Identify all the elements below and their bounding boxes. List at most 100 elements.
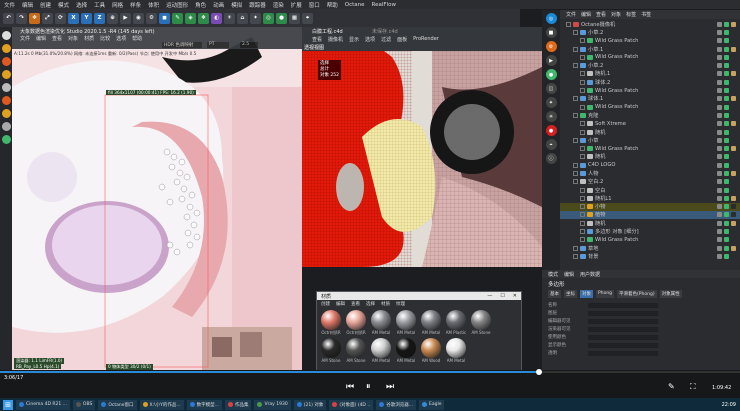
material-swatch[interactable]: AM Metal (370, 310, 392, 336)
object-row[interactable]: 随机 (560, 219, 740, 227)
attr-tab-2[interactable]: 对象 (580, 290, 593, 298)
tag-icon[interactable] (731, 104, 736, 110)
taskbar-app[interactable]: Eagle (419, 399, 445, 410)
tag-icon[interactable] (717, 46, 722, 52)
attr-field[interactable] (588, 318, 658, 324)
menu-item-19[interactable]: RealFlow (372, 2, 396, 8)
octane-live-icon[interactable]: ▶ (545, 55, 557, 66)
tag-icon[interactable] (717, 220, 722, 226)
tag-icon[interactable] (717, 112, 722, 118)
tag-icon[interactable] (731, 29, 736, 35)
tag-icon[interactable] (731, 179, 736, 185)
octane-camera-icon[interactable]: ◫ (545, 83, 557, 94)
menu-item-11[interactable]: 动画 (213, 1, 224, 9)
tag-icon[interactable] (731, 229, 736, 235)
tag-icon[interactable] (717, 71, 722, 77)
object-row[interactable]: 空白 (560, 186, 740, 194)
camera-icon[interactable]: ⌂ (237, 12, 248, 24)
expand-toggle-icon[interactable] (580, 237, 585, 243)
tag-icon[interactable] (731, 204, 736, 210)
tag-icon[interactable] (724, 21, 729, 27)
subdivision-icon[interactable]: ◈ (185, 12, 196, 24)
tag-icon[interactable] (724, 54, 729, 60)
render-menu-item-3[interactable]: 对象 (68, 35, 78, 42)
tag-icon[interactable] (717, 187, 722, 193)
octane-info-icon[interactable]: ⓘ (545, 153, 557, 164)
tag-icon[interactable] (731, 170, 736, 176)
expand-toggle-icon[interactable] (573, 137, 578, 143)
menu-item-6[interactable]: 网格 (112, 1, 123, 9)
snap-icon[interactable]: ⌖ (302, 12, 313, 24)
tab-scene-2[interactable]: 未保存.c4d (372, 28, 398, 35)
previous-icon[interactable]: ⏮ (346, 382, 354, 392)
expand-toggle-icon[interactable] (580, 38, 585, 44)
viewport-menu-item-6[interactable]: ProRender (413, 36, 439, 43)
taskbar-app[interactable]: OBS (72, 399, 96, 410)
tag-icon[interactable] (717, 63, 722, 69)
tag-icon[interactable] (731, 121, 736, 127)
mat-menu-item-5[interactable]: 纹理 (396, 301, 405, 307)
expand-toggle-icon[interactable] (573, 96, 578, 102)
tag-icon[interactable] (731, 46, 736, 52)
expand-toggle-icon[interactable] (573, 162, 578, 168)
tag-icon[interactable] (731, 79, 736, 85)
menu-item-10[interactable]: 角色 (195, 1, 206, 9)
material-swatch[interactable]: AM Metal (395, 338, 417, 363)
tag-icon[interactable] (717, 146, 722, 152)
render-menu-item-5[interactable]: 比较 (100, 35, 110, 42)
rotate-tool-icon[interactable]: ⟳ (55, 12, 66, 24)
object-row[interactable]: Wild Grass Patch (560, 144, 740, 152)
scale-tool-icon[interactable]: ⤢ (42, 12, 53, 24)
taskbar-app[interactable]: Octane窗口 (98, 399, 137, 410)
object-row[interactable]: Wild Grass Patch (560, 236, 740, 244)
tag-icon[interactable] (731, 146, 736, 152)
material-swatch[interactable]: Octr材质R (345, 310, 367, 336)
zoom-field[interactable]: 2.5 (240, 42, 258, 48)
object-row[interactable]: Wild Grass Patch (560, 53, 740, 61)
expand-toggle-icon[interactable] (566, 21, 571, 27)
om-menu-item-2[interactable]: 查看 (596, 11, 606, 18)
polygons-mode-icon[interactable] (1, 70, 11, 79)
tag-icon[interactable] (724, 38, 729, 44)
tag-icon[interactable] (724, 162, 729, 168)
octane-material-icon[interactable]: ● (276, 12, 287, 24)
material-swatch[interactable]: AM Wood (420, 338, 442, 363)
attr-field[interactable] (588, 342, 658, 348)
object-row[interactable]: 小草.2 (560, 61, 740, 69)
expand-toggle-icon[interactable] (580, 146, 585, 152)
menu-item-15[interactable]: 扩展 (291, 1, 302, 9)
viewport-menu-item-5[interactable]: 面板 (397, 36, 407, 43)
attr-menu-item-1[interactable]: 编辑 (564, 271, 574, 278)
close-icon[interactable]: ✕ (513, 293, 517, 299)
menu-item-14[interactable]: 渲染 (273, 1, 284, 9)
menu-item-0[interactable]: 文件 (4, 1, 15, 9)
tag-icon[interactable] (731, 162, 736, 168)
edit-icon[interactable]: ✎ (668, 382, 675, 391)
maximize-icon[interactable]: ☐ (500, 293, 504, 299)
expand-toggle-icon[interactable] (580, 220, 585, 226)
octane-icon[interactable]: ◎ (263, 12, 274, 24)
attr-field[interactable] (588, 350, 658, 356)
tag-icon[interactable] (724, 121, 729, 127)
expand-toggle-icon[interactable] (580, 195, 585, 201)
tag-icon[interactable] (724, 245, 729, 251)
tag-icon[interactable] (717, 137, 722, 143)
object-row[interactable]: Wild Grass Patch (560, 86, 740, 94)
tag-icon[interactable] (731, 187, 736, 193)
material-swatch[interactable]: AM Metal (370, 338, 392, 363)
tag-icon[interactable] (717, 245, 722, 251)
tag-icon[interactable] (717, 96, 722, 102)
render-menu-item-2[interactable]: 查看 (52, 35, 62, 42)
tag-icon[interactable] (724, 71, 729, 77)
undo-icon[interactable]: ↶ (3, 12, 14, 24)
object-row[interactable]: 小物 (560, 202, 740, 211)
taskbar-app[interactable]: Cinema 4D R21 ... (16, 399, 70, 410)
octane-light-icon[interactable]: ✦ (545, 97, 557, 108)
timeline-track[interactable] (0, 371, 740, 373)
material-swatch[interactable]: AM Metal (395, 310, 417, 336)
object-row[interactable]: Soft Xtreme (560, 120, 740, 128)
object-row[interactable]: 小草.2 (560, 28, 740, 36)
pen-icon[interactable]: ✎ (172, 12, 183, 24)
axis-z-button[interactable]: Z (94, 12, 105, 24)
octane-material-icon[interactable]: ● (545, 69, 557, 80)
